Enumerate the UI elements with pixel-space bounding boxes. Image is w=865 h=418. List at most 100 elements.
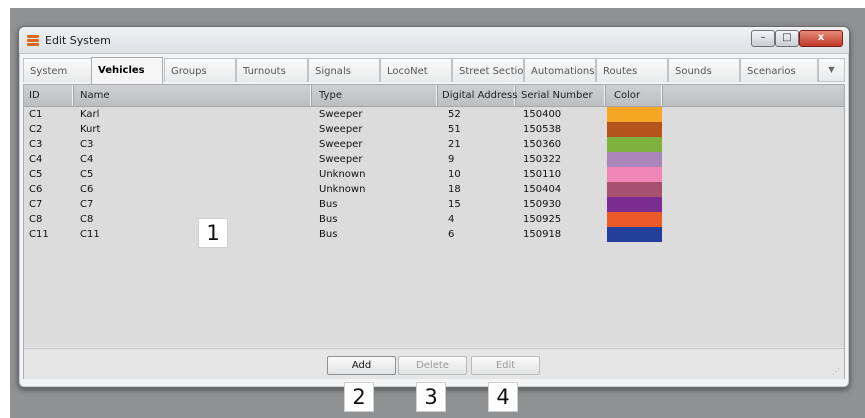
column-header-name[interactable]: Name: [75, 85, 311, 106]
add-button[interactable]: Add: [327, 356, 396, 375]
color-swatch[interactable]: [607, 227, 662, 242]
maximize-button[interactable]: □: [775, 30, 799, 47]
callout-4: 4: [489, 383, 517, 411]
cell-name: C3: [80, 139, 94, 150]
cell-name: C7: [80, 199, 94, 210]
tab-sounds[interactable]: Sounds: [668, 58, 740, 82]
cell-name: Karl: [80, 109, 100, 120]
tab-routes[interactable]: Routes: [596, 58, 668, 82]
edit-button[interactable]: Edit: [471, 356, 540, 375]
cell-type: Bus: [319, 199, 338, 210]
title-bar[interactable]: Edit System – □ x: [19, 27, 849, 54]
color-swatch[interactable]: [607, 197, 662, 212]
table-row[interactable]: C7 C7 Bus 15 150930: [24, 197, 844, 212]
window-title: Edit System: [45, 34, 111, 47]
column-header-digital-address[interactable]: Digital Address: [439, 85, 517, 106]
cell-name: C4: [80, 154, 94, 165]
table-row[interactable]: C4 C4 Sweeper 9 150322: [24, 152, 844, 167]
cell-serial-number: 150538: [523, 124, 562, 135]
cell-serial-number: 150322: [523, 154, 562, 165]
cell-name: C8: [80, 214, 94, 225]
cell-name: C6: [80, 184, 94, 195]
callout-1: 1: [199, 219, 227, 247]
color-swatch[interactable]: [607, 167, 662, 182]
color-swatch[interactable]: [607, 107, 662, 122]
cell-type: Sweeper: [319, 109, 363, 120]
table-row[interactable]: C11 C11 Bus 6 150918: [24, 227, 844, 242]
color-swatch[interactable]: [607, 182, 662, 197]
cell-type: Bus: [319, 229, 338, 240]
color-swatch[interactable]: [607, 122, 662, 137]
tab-vehicles[interactable]: Vehicles: [91, 57, 163, 84]
table-row[interactable]: C8 C8 Bus 4 150925: [24, 212, 844, 227]
tab-loconet[interactable]: LocoNet: [380, 58, 452, 82]
table-row[interactable]: C1 Karl Sweeper 52 150400: [24, 107, 844, 122]
cell-digital-address: 10: [448, 169, 461, 180]
cell-id: C11: [29, 229, 49, 240]
cell-name: C5: [80, 169, 94, 180]
tab-strip: System Vehicles Groups Turnouts Signals …: [23, 57, 845, 85]
cell-digital-address: 51: [448, 124, 461, 135]
cell-type: Unknown: [319, 169, 366, 180]
cell-digital-address: 9: [448, 154, 455, 165]
table-row[interactable]: C2 Kurt Sweeper 51 150538: [24, 122, 844, 137]
cell-serial-number: 150360: [523, 139, 562, 150]
cell-type: Unknown: [319, 184, 366, 195]
table-row[interactable]: C5 C5 Unknown 10 150110: [24, 167, 844, 182]
cell-id: C2: [29, 124, 43, 135]
backdrop-left: [0, 0, 10, 418]
tab-scroll-chevron-icon[interactable]: ▼: [818, 58, 845, 82]
table-row[interactable]: C3 C3 Sweeper 21 150360: [24, 137, 844, 152]
cell-type: Sweeper: [319, 124, 363, 135]
cell-name: Kurt: [80, 124, 101, 135]
tab-system[interactable]: System: [23, 58, 92, 82]
cell-serial-number: 150400: [523, 109, 562, 120]
column-header-serial-number[interactable]: Serial Number: [517, 85, 605, 106]
column-header-type[interactable]: Type: [313, 85, 437, 106]
cell-id: C1: [29, 109, 43, 120]
cell-digital-address: 21: [448, 139, 461, 150]
column-header-color[interactable]: Color: [607, 85, 662, 106]
cell-serial-number: 150110: [523, 169, 562, 180]
cell-id: C4: [29, 154, 43, 165]
tab-automations[interactable]: Automations: [524, 58, 596, 82]
cell-id: C8: [29, 214, 43, 225]
cell-type: Sweeper: [319, 139, 363, 150]
cell-type: Bus: [319, 214, 338, 225]
cell-id: C7: [29, 199, 43, 210]
close-button[interactable]: x: [799, 30, 843, 47]
minimize-button[interactable]: –: [751, 30, 775, 47]
tab-turnouts[interactable]: Turnouts: [236, 58, 308, 82]
cell-type: Sweeper: [319, 154, 363, 165]
table-row[interactable]: C6 C6 Unknown 18 150404: [24, 182, 844, 197]
cell-serial-number: 150918: [523, 229, 562, 240]
cell-digital-address: 15: [448, 199, 461, 210]
vehicles-panel: ID Name Type Digital Address Serial Numb…: [23, 84, 845, 379]
cell-digital-address: 6: [448, 229, 455, 240]
cell-digital-address: 18: [448, 184, 461, 195]
color-swatch[interactable]: [607, 137, 662, 152]
cell-name: C11: [80, 229, 100, 240]
resize-grip-icon[interactable]: ⋰: [832, 367, 841, 376]
cell-digital-address: 4: [448, 214, 455, 225]
tab-street-sections[interactable]: Street Sectio...: [452, 58, 524, 82]
vehicles-table[interactable]: ID Name Type Digital Address Serial Numb…: [24, 85, 844, 347]
tab-signals[interactable]: Signals: [308, 58, 380, 82]
cell-serial-number: 150925: [523, 214, 562, 225]
app-icon: [27, 35, 39, 47]
cell-id: C3: [29, 139, 43, 150]
tab-groups[interactable]: Groups: [164, 58, 236, 82]
cell-digital-address: 52: [448, 109, 461, 120]
callout-2: 2: [345, 383, 373, 411]
color-swatch[interactable]: [607, 212, 662, 227]
column-header-id[interactable]: ID: [24, 85, 73, 106]
color-swatch[interactable]: [607, 152, 662, 167]
table-header: ID Name Type Digital Address Serial Numb…: [24, 85, 844, 107]
delete-button[interactable]: Delete: [398, 356, 467, 375]
tab-scenarios[interactable]: Scenarios: [740, 58, 818, 82]
backdrop-top: [0, 0, 865, 8]
cell-id: C6: [29, 184, 43, 195]
callout-3: 3: [417, 383, 445, 411]
cell-id: C5: [29, 169, 43, 180]
edit-system-window: Edit System – □ x System Vehicles Groups…: [18, 26, 850, 388]
